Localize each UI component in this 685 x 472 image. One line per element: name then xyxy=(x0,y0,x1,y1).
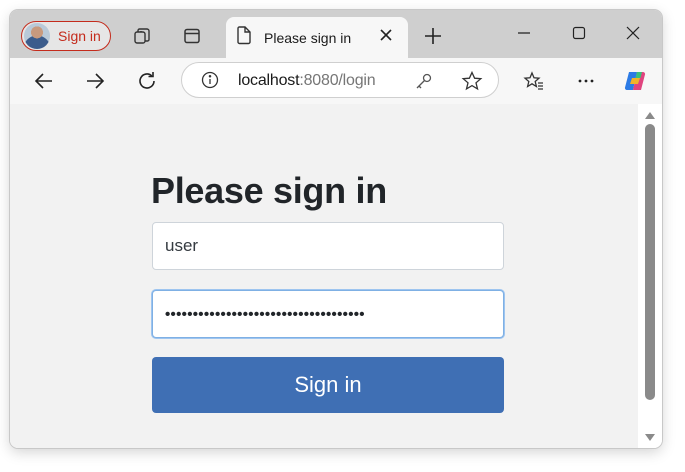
password-value: •••••••••••••••••••••••••••••••••••• xyxy=(165,305,365,323)
document-icon xyxy=(235,25,253,50)
scroll-up-arrow-icon[interactable] xyxy=(645,112,655,119)
sign-in-button[interactable]: Sign in xyxy=(152,357,504,413)
refresh-icon[interactable] xyxy=(131,65,163,97)
star-icon[interactable] xyxy=(461,70,483,97)
tab-actions-icon[interactable] xyxy=(176,20,208,52)
favorites-icon[interactable] xyxy=(518,65,550,97)
page-content: Please sign in user ••••••••••••••••••••… xyxy=(10,104,638,448)
address-bar[interactable]: localhost:8080/login xyxy=(181,62,499,98)
back-icon[interactable] xyxy=(28,65,60,97)
profile-sign-in-button[interactable]: Sign in xyxy=(21,21,111,51)
copilot-icon[interactable] xyxy=(619,65,651,97)
new-tab-icon[interactable] xyxy=(417,20,449,52)
address-host: localhost xyxy=(238,72,300,89)
active-tab[interactable]: Please sign in xyxy=(226,17,408,58)
close-window-icon[interactable] xyxy=(610,18,656,48)
more-icon[interactable] xyxy=(570,65,602,97)
profile-sign-in-label: Sign in xyxy=(58,28,101,44)
avatar xyxy=(24,23,50,49)
address-url: localhost:8080/login xyxy=(238,72,376,90)
tab-title: Please sign in xyxy=(264,30,352,46)
browser-window: Sign in Please sign in localhost:8080/lo… xyxy=(10,10,662,448)
minimize-icon[interactable] xyxy=(501,18,547,48)
tab-strip: Sign in Please sign in xyxy=(10,10,662,58)
vertical-scrollbar[interactable] xyxy=(638,104,662,448)
scroll-down-arrow-icon[interactable] xyxy=(645,434,655,441)
page-heading: Please sign in xyxy=(151,170,387,211)
close-icon[interactable] xyxy=(376,25,396,50)
site-info-icon[interactable] xyxy=(200,70,220,95)
username-value: user xyxy=(165,236,199,255)
workspaces-icon[interactable] xyxy=(126,20,158,52)
address-path: :8080/login xyxy=(299,72,376,89)
maximize-icon[interactable] xyxy=(556,18,602,48)
scroll-thumb[interactable] xyxy=(645,124,655,400)
password-input[interactable]: •••••••••••••••••••••••••••••••••••• xyxy=(152,290,504,338)
username-input[interactable]: user xyxy=(152,222,504,270)
key-icon[interactable] xyxy=(414,71,434,96)
browser-toolbar: localhost:8080/login xyxy=(10,58,662,105)
forward-icon[interactable] xyxy=(79,65,111,97)
